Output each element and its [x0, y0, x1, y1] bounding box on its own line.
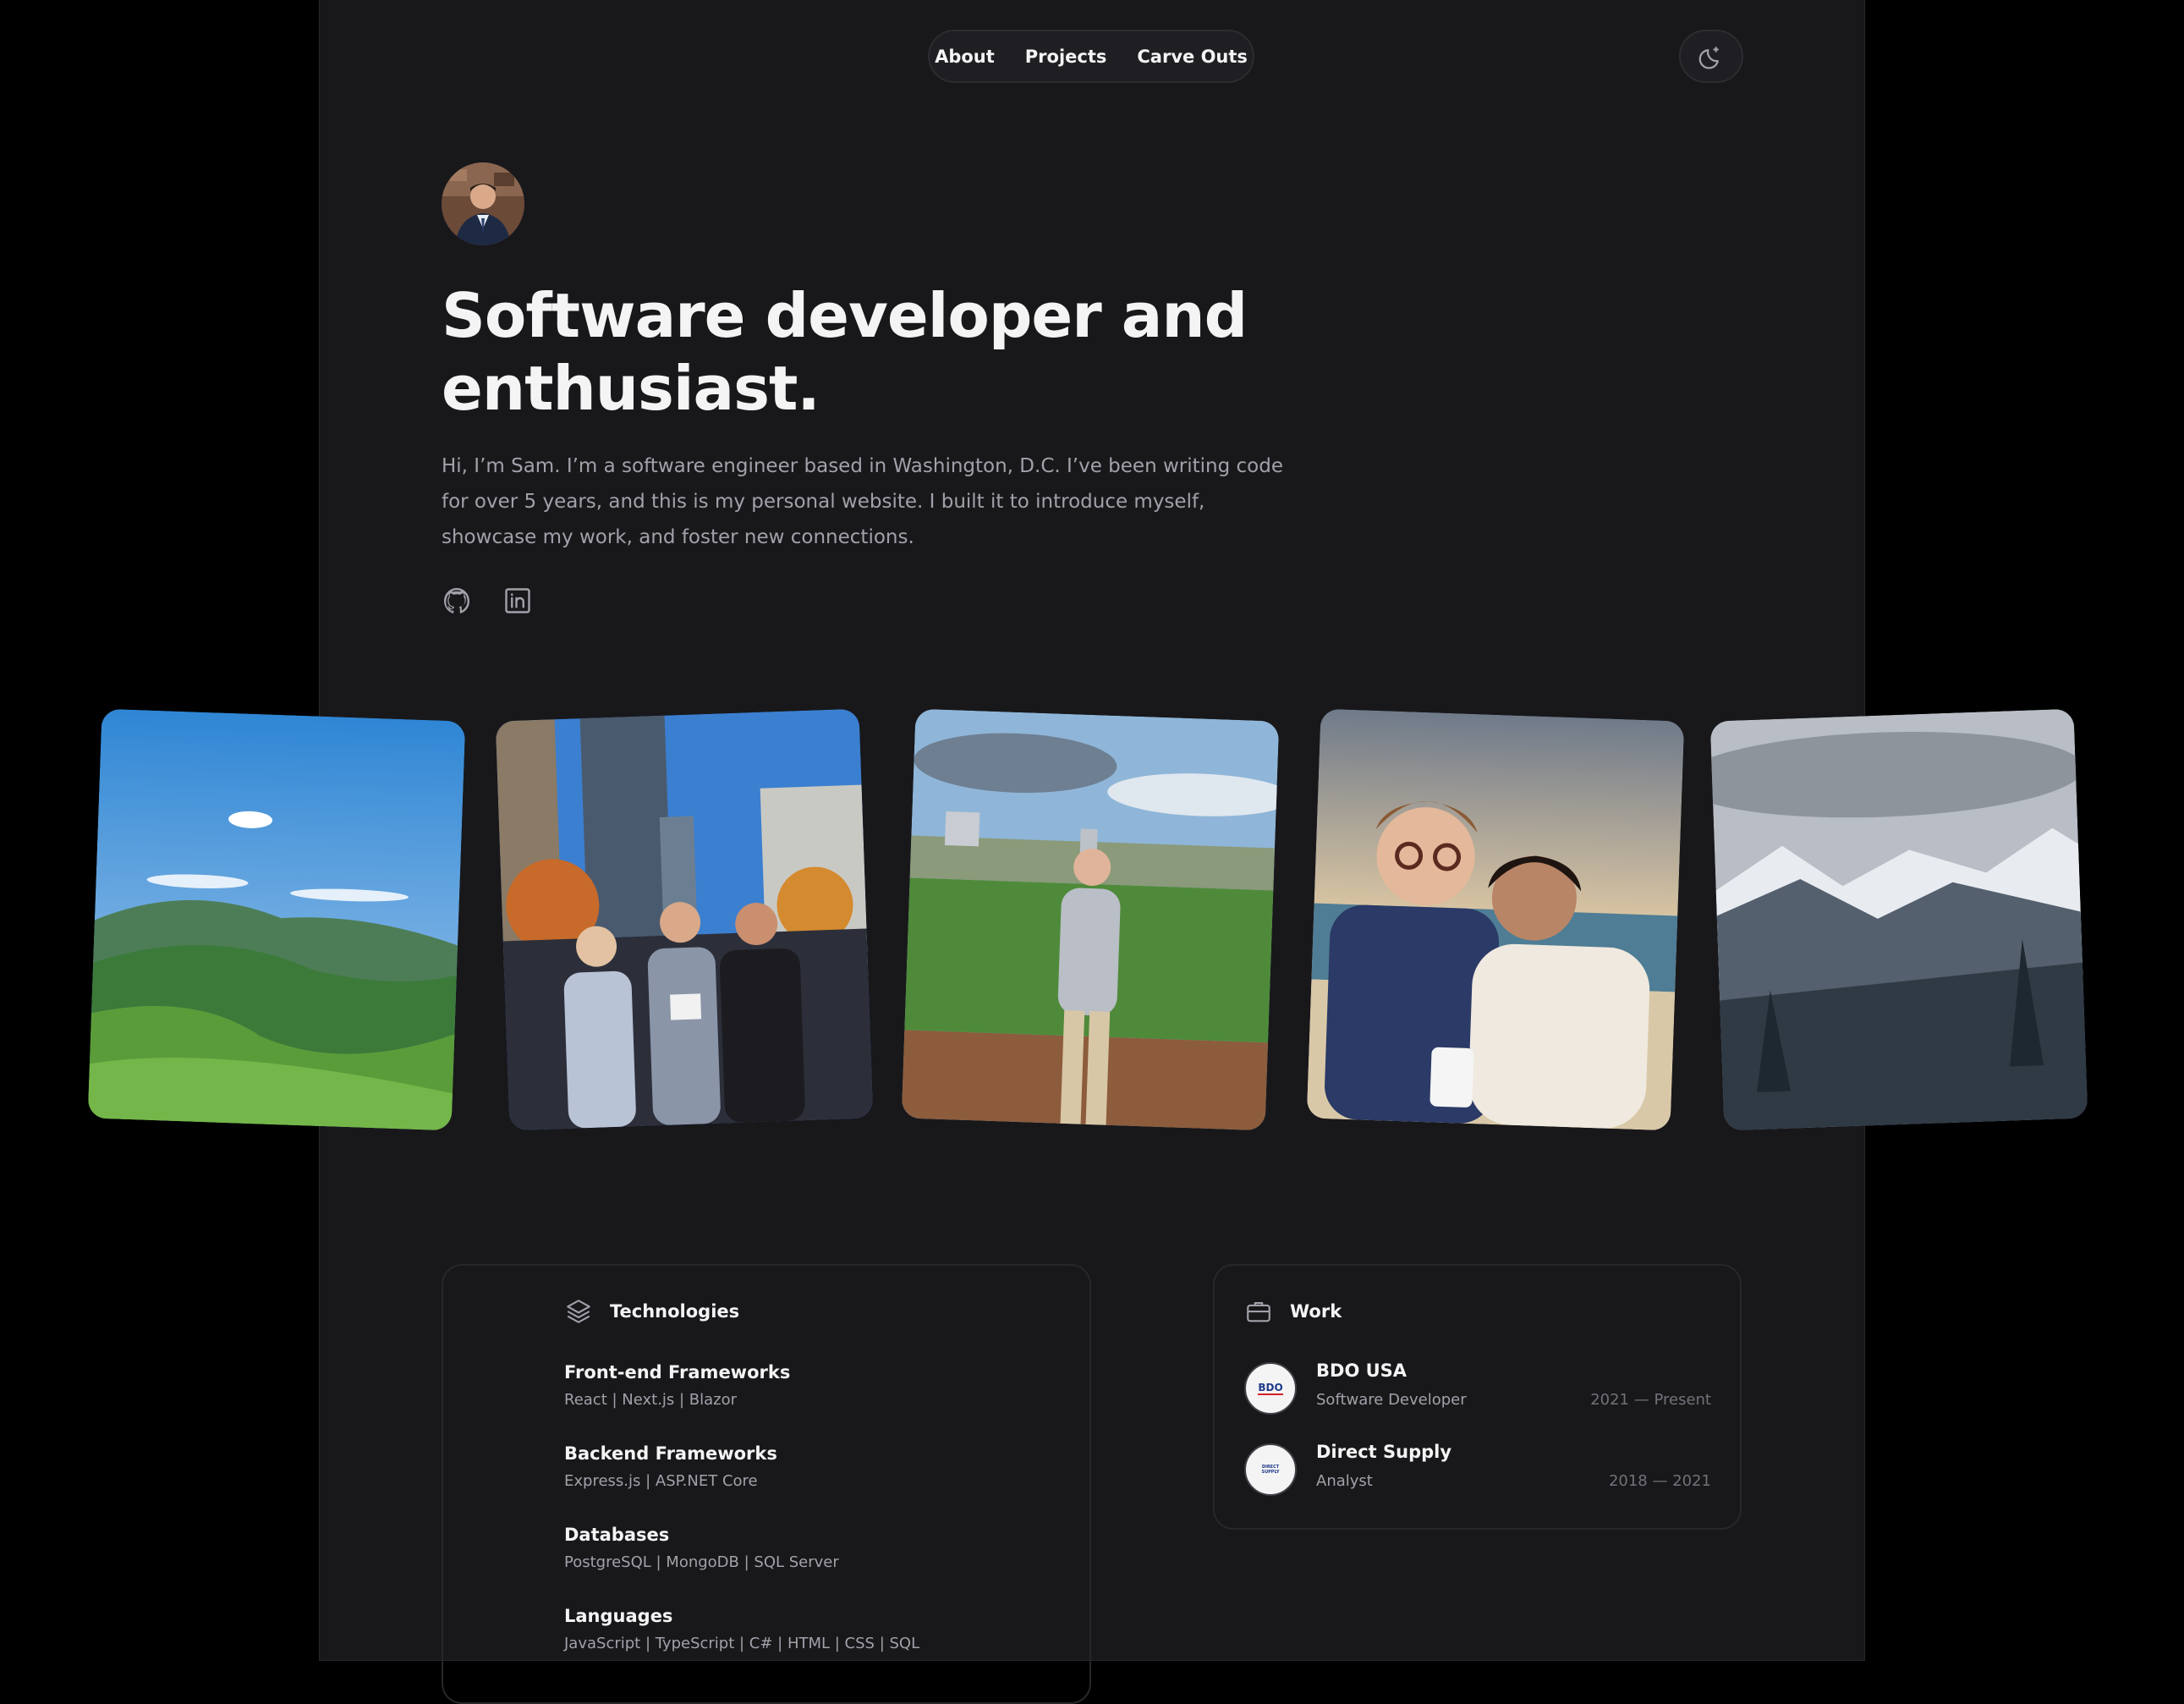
avatar-photo	[442, 162, 524, 245]
tech-group-list: React | Next.js | Blazor	[564, 1391, 738, 1409]
avatar[interactable]	[442, 162, 524, 245]
linkedin-link[interactable]	[502, 585, 533, 616]
bdo-logo-text: BDO	[1258, 1382, 1283, 1395]
intro-paragraph: Hi, I’m Sam. I’m a software engineer bas…	[442, 455, 1283, 548]
linkedin-icon	[505, 588, 530, 613]
job-dates: 2018 — 2021	[1608, 1472, 1711, 1490]
moon-icon	[1698, 46, 1719, 69]
github-link[interactable]	[442, 585, 472, 616]
tech-group-frontend: Front-end Frameworks React | Next.js | B…	[564, 1362, 790, 1409]
tech-group-name: Databases	[564, 1525, 670, 1545]
tech-group-name: Front-end Frameworks	[564, 1362, 791, 1382]
photo-snowy-mountains	[1709, 708, 2088, 1131]
photo-beach-selfie	[1306, 708, 1685, 1131]
main-nav: About Projects Carve Outs	[928, 30, 1254, 83]
job-entry-bdo: BDO BDO USA Software Developer 2021 — Pr…	[1244, 1360, 1711, 1416]
job-dates: 2021 — Present	[1590, 1391, 1711, 1409]
bdo-logo: BDO	[1244, 1362, 1297, 1415]
tech-group-backend: Backend Frameworks Express.js | ASP.NET …	[564, 1443, 777, 1490]
tech-group-list: JavaScript | TypeScript | C# | HTML | CS…	[564, 1635, 920, 1652]
job-company: Direct Supply	[1316, 1442, 1452, 1462]
layers-icon	[567, 1300, 590, 1323]
github-icon	[444, 588, 470, 613]
photo-hillside-portrait	[901, 708, 1280, 1131]
job-role: Software Developer	[1316, 1391, 1467, 1409]
technologies-title: Technologies	[610, 1301, 740, 1322]
theme-toggle-button[interactable]	[1679, 30, 1743, 83]
nav-item-about[interactable]: About	[935, 47, 995, 67]
job-role: Analyst	[1316, 1472, 1373, 1490]
work-header: Work	[1244, 1297, 1342, 1326]
photo-mountain-valley	[87, 708, 466, 1131]
photo-marathon-group	[495, 708, 874, 1131]
job-company: BDO USA	[1316, 1360, 1408, 1381]
work-title: Work	[1290, 1301, 1342, 1322]
briefcase-icon	[1247, 1302, 1270, 1322]
tech-group-languages: Languages JavaScript | TypeScript | C# |…	[564, 1606, 919, 1652]
technologies-header: Technologies	[564, 1297, 739, 1326]
tech-group-list: PostgreSQL | MongoDB | SQL Server	[564, 1553, 839, 1571]
nav-item-carve-outs[interactable]: Carve Outs	[1137, 47, 1248, 67]
nav-item-projects[interactable]: Projects	[1025, 47, 1107, 67]
job-entry-direct-supply: DIRECT SUPPLY Direct Supply Analyst 2018…	[1244, 1442, 1711, 1498]
page-title: Software developer and enthusiast.	[442, 280, 1248, 424]
tech-group-list: Express.js | ASP.NET Core	[564, 1472, 758, 1490]
direct-supply-logo-text: DIRECT SUPPLY	[1261, 1465, 1280, 1475]
direct-supply-logo: DIRECT SUPPLY	[1244, 1443, 1297, 1496]
tech-group-name: Languages	[564, 1606, 673, 1626]
tech-group-databases: Databases PostgreSQL | MongoDB | SQL Ser…	[564, 1525, 839, 1571]
tech-group-name: Backend Frameworks	[564, 1443, 777, 1464]
